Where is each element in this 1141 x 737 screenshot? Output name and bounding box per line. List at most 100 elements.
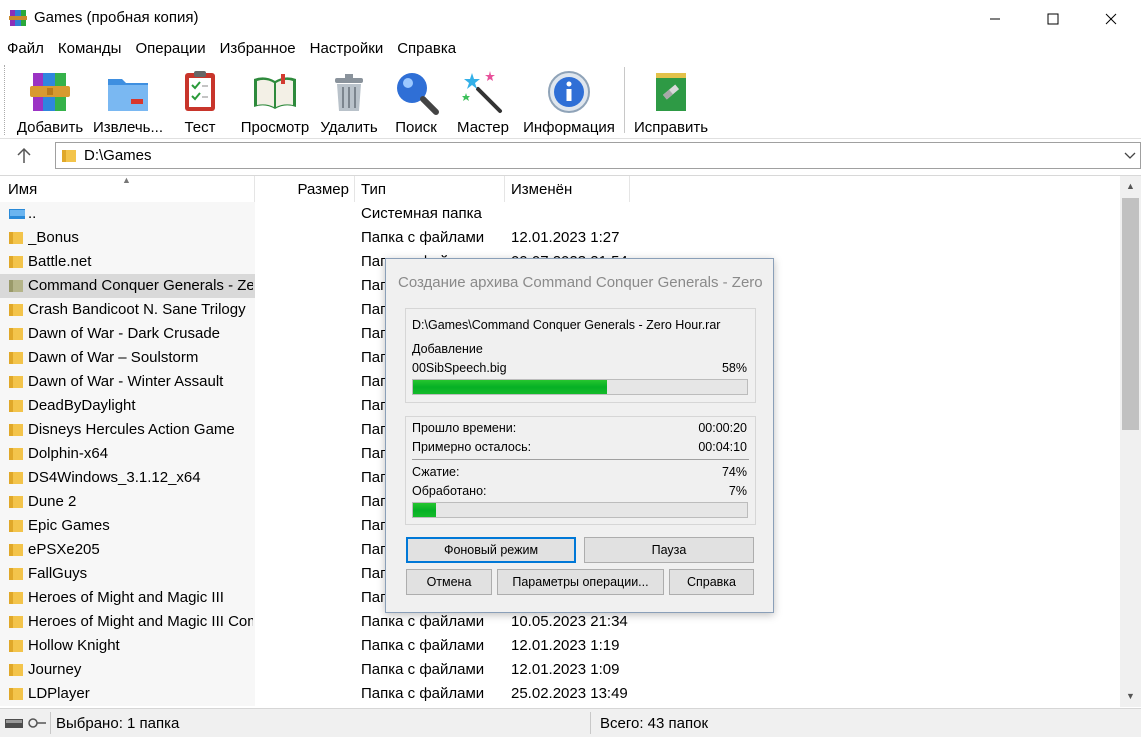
dialog-divider (412, 459, 749, 460)
scroll-down-arrow-icon[interactable]: ▼ (1120, 686, 1141, 707)
folder-icon (9, 640, 23, 652)
column-type[interactable]: Тип (355, 176, 505, 202)
test-button[interactable]: Тест (172, 65, 228, 136)
remaining-value: 00:04:10 (698, 440, 747, 454)
toolbar: Добавить Извлечь... Тест Просмотр Удалит… (0, 61, 1141, 139)
address-bar: D:\Games (0, 139, 1141, 173)
find-button[interactable]: Поиск (388, 65, 444, 136)
folder-icon (9, 664, 23, 676)
background-mode-button[interactable]: Фоновый режим (406, 537, 576, 563)
info-button[interactable]: Информация (520, 65, 618, 136)
help-button[interactable]: Справка (669, 569, 754, 595)
magic-wand-icon (462, 71, 502, 113)
test-checklist-icon (185, 71, 215, 111)
remaining-label: Примерно осталось: (412, 440, 532, 454)
column-header: Имя ▲ Размер Тип Изменён (0, 175, 1120, 202)
repair-icon (656, 73, 686, 111)
menu-settings[interactable]: Настройки (303, 37, 391, 61)
folder-icon (9, 304, 23, 316)
extract-folder-icon (108, 79, 148, 111)
column-modified[interactable]: Изменён (505, 176, 630, 202)
file-progress-panel: D:\Games\Command Conquer Generals - Zero… (405, 308, 756, 403)
trash-icon (335, 74, 363, 111)
magnifier-icon (397, 73, 439, 115)
archive-path: D:\Games\Command Conquer Generals - Zero… (412, 318, 721, 332)
menu-help[interactable]: Справка (390, 37, 463, 61)
view-button[interactable]: Просмотр (236, 65, 314, 136)
menu-bar: Файл Команды Операции Избранное Настройк… (0, 37, 1141, 61)
close-button[interactable] (1082, 0, 1140, 37)
folder-icon (9, 592, 23, 604)
add-archive-icon (30, 73, 70, 111)
drive-key-status-icon[interactable] (5, 716, 47, 730)
total-progress-bar (412, 502, 748, 518)
add-button[interactable]: Добавить (12, 65, 88, 136)
processed-label: Обработано: (412, 484, 487, 498)
dialog-title: Создание архива Command Conquer Generals… (398, 274, 763, 291)
scrollbar-thumb[interactable] (1122, 198, 1139, 430)
folder-icon (9, 568, 23, 580)
file-row[interactable]: Hollow Knight Папка с файлами 12.01.2023… (0, 634, 1120, 658)
chevron-down-icon[interactable] (1124, 149, 1136, 161)
folder-icon (9, 256, 23, 268)
drive-icon (9, 209, 25, 219)
elapsed-label: Прошло времени: (412, 421, 517, 435)
file-row[interactable]: _Bonus Папка с файлами 12.01.2023 1:27 (0, 226, 1120, 250)
arrow-up-icon (17, 147, 31, 163)
up-folder-button[interactable] (12, 145, 36, 167)
file-row[interactable]: LDPlayer Папка с файлами 25.02.2023 13:4… (0, 682, 1120, 706)
file-row[interactable]: Journey Папка с файлами 12.01.2023 1:09 (0, 658, 1120, 682)
pause-button[interactable]: Пауза (584, 537, 754, 563)
folder-icon (9, 544, 23, 556)
total-status: Всего: 43 папок (600, 715, 709, 732)
file-progress-bar (412, 379, 748, 395)
folder-icon (9, 688, 23, 700)
total-progress-fill (413, 503, 437, 517)
folder-icon (9, 328, 23, 340)
cancel-button[interactable]: Отмена (406, 569, 492, 595)
vertical-scrollbar[interactable]: ▲ ▼ (1120, 176, 1141, 707)
folder-icon (9, 472, 23, 484)
folder-icon (9, 616, 23, 628)
folder-icon (62, 150, 76, 162)
overall-progress-panel: Прошло времени: 00:00:20 Примерно остало… (405, 416, 756, 525)
extract-button[interactable]: Извлечь... (92, 65, 164, 136)
menu-favorites[interactable]: Избранное (213, 37, 303, 61)
selection-status: Выбрано: 1 папка (56, 715, 180, 732)
scroll-up-arrow-icon[interactable]: ▲ (1120, 176, 1141, 197)
folder-icon (9, 376, 23, 388)
file-progress-fill (413, 380, 607, 394)
archive-progress-dialog: Создание архива Command Conquer Generals… (385, 258, 774, 613)
menu-operations[interactable]: Операции (128, 37, 212, 61)
minimize-button[interactable] (966, 0, 1024, 37)
delete-button[interactable]: Удалить (318, 65, 380, 136)
wizard-button[interactable]: Мастер (452, 65, 514, 136)
repair-button[interactable]: Исправить (630, 65, 712, 136)
address-path: D:\Games (84, 147, 152, 164)
folder-icon (9, 280, 23, 292)
elapsed-value: 00:00:20 (698, 421, 747, 435)
winrar-app-icon (9, 10, 27, 26)
toolbar-separator (624, 67, 625, 133)
menu-file[interactable]: Файл (0, 37, 51, 61)
folder-icon (9, 232, 23, 244)
file-row-parent[interactable]: .. Системная папка (0, 202, 1120, 226)
column-name[interactable]: Имя ▲ (0, 175, 255, 202)
maximize-button[interactable] (1024, 0, 1082, 37)
file-row[interactable]: Heroes of Might and Magic III Complete П… (0, 610, 1120, 634)
address-field[interactable]: D:\Games (55, 142, 1141, 169)
status-bar: Выбрано: 1 папка Всего: 43 папок (0, 708, 1141, 737)
close-icon (1105, 13, 1117, 24)
ratio-value: 74% (721, 465, 747, 479)
view-book-icon (254, 74, 296, 109)
sort-ascending-icon: ▲ (122, 175, 131, 185)
folder-icon (9, 520, 23, 532)
ratio-label: Сжатие: (412, 465, 460, 479)
folder-icon (9, 352, 23, 364)
menu-commands[interactable]: Команды (51, 37, 129, 61)
folder-icon (9, 400, 23, 412)
info-icon (548, 71, 590, 113)
operation-options-button[interactable]: Параметры операции... (497, 569, 664, 595)
toolbar-grip[interactable] (4, 65, 6, 135)
column-size[interactable]: Размер (255, 176, 355, 202)
